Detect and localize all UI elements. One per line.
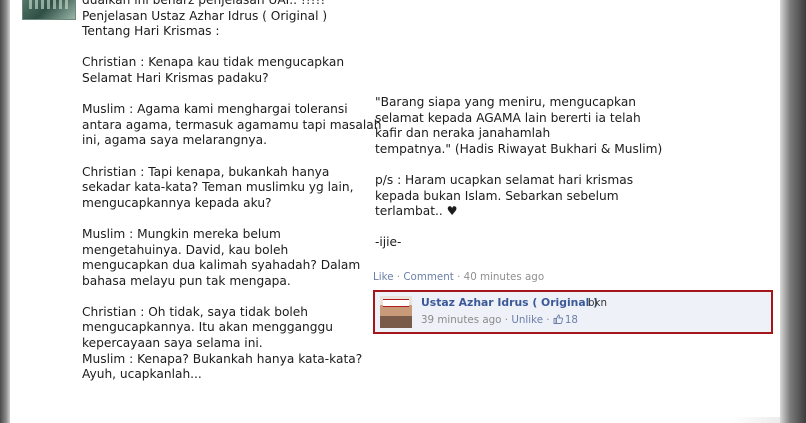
post-timestamp[interactable]: 40 minutes ago [464,271,544,283]
post-left-line: Selamat Hari Krismas padaku? [82,70,269,85]
post-left-line: ini, agama saya melarangnya. [82,133,267,148]
post-left-line: Muslim : Agama kami menghargai toleransi [82,102,348,117]
post-left-line [82,40,367,56]
post-right-line [375,220,675,236]
post-left-line: Christian : Oh tidak, saya tidak boleh [82,304,309,319]
post-right-line: kepada bukan Islam. Sebarkan sebelum [375,188,619,203]
post-text-left-column: dualkan ini benarz penjelasan UAI.. !!!!… [82,0,382,383]
like-count-value: 18 [564,314,578,326]
post-right-line: kafir dan neraka janahamlah [375,126,551,141]
comment-meta: 39 minutes ago · Unlike · 18 [421,314,578,326]
post-left-line [82,289,367,305]
post-left-line: mengucapkannya kepada aku? [82,195,272,210]
like-link[interactable]: Like [373,271,394,283]
post-left-line: Tentang Hari Krismas : [82,24,220,39]
post-left-line [82,149,367,165]
comment-link[interactable]: Comment [403,271,453,283]
post-left-line: Penjelasan Ustaz Azhar Idrus ( Original … [82,8,328,23]
post-right-line: p/s : Haram ucapkan selamat hari krismas [375,172,634,187]
post-right-line: selamat kepada AGAMA lain bererti ia tel… [375,110,641,125]
right-window-edge [780,0,806,423]
poster-avatar[interactable] [22,0,76,20]
post-left-line: Christian : Tapi kenapa, bukankah hanya [82,164,330,179]
facebook-post-screenshot: dualkan ini benarz penjelasan UAI.. !!!!… [0,0,806,423]
unlike-link[interactable]: Unlike [511,314,543,326]
post-left-line: mengucapkan dua kalimah syahadah? Dalam [82,258,361,273]
comment-timestamp[interactable]: 39 minutes ago [421,314,501,326]
post-text-right-column: "Barang siapa yang meniru, mengucapkan se… [375,95,675,251]
separator: · [543,314,553,326]
post-right-line: terlambat.. ♥ [375,204,458,219]
highlighted-comment: Ustaz Azhar Idrus ( Original ) bkn 39 mi… [373,290,773,334]
separator: · [453,271,464,283]
post-left-line: antara agama, termasuk agamamu tapi masa… [82,117,382,132]
post-left-line: bahasa melayu pun tak mengapa. [82,273,291,288]
separator: · [393,271,404,283]
post-left-line: Muslim : Mungkin mereka belum [82,226,281,241]
post-actions: Like · Comment · 40 minutes ago [373,271,544,283]
left-window-edge [0,0,10,423]
post-left-line [82,211,367,227]
thumbs-up-icon [553,314,563,324]
page-corner-shadow [730,417,780,423]
post-left-line: kepercayaan saya selama ini. [82,336,263,351]
post-left-line: Ayuh, ucapkanlah... [82,367,202,382]
comment-like-count[interactable]: 18 [553,314,578,326]
post-left-line: dualkan ini benarz penjelasan UAI.. !!!!… [82,0,326,7]
comment-text: bkn [588,297,608,309]
post-left-line [82,87,367,103]
separator: · [501,314,512,326]
post-left-line: mengucapkannya. Itu akan mengganggu [82,320,333,335]
post-left-line: mengetahuinya. David, kau boleh [82,242,289,257]
post-right-line: -ijie- [375,235,402,250]
post-right-line: "Barang siapa yang meniru, mengucapkan [375,95,637,109]
post-right-line: tempatnya." (Hadis Riwayat Bukhari & Mus… [375,141,663,156]
post-left-line: sekadar kata-kata? Teman muslimku yg lai… [82,180,354,195]
post-right-line [375,157,675,173]
post-left-line: Christian : Kenapa kau tidak mengucapkan [82,55,345,70]
commenter-avatar[interactable] [380,296,412,328]
comment-author-link[interactable]: Ustaz Azhar Idrus ( Original ) [421,296,598,309]
post-left-line: Muslim : Kenapa? Bukankah hanya kata-kat… [82,351,363,366]
